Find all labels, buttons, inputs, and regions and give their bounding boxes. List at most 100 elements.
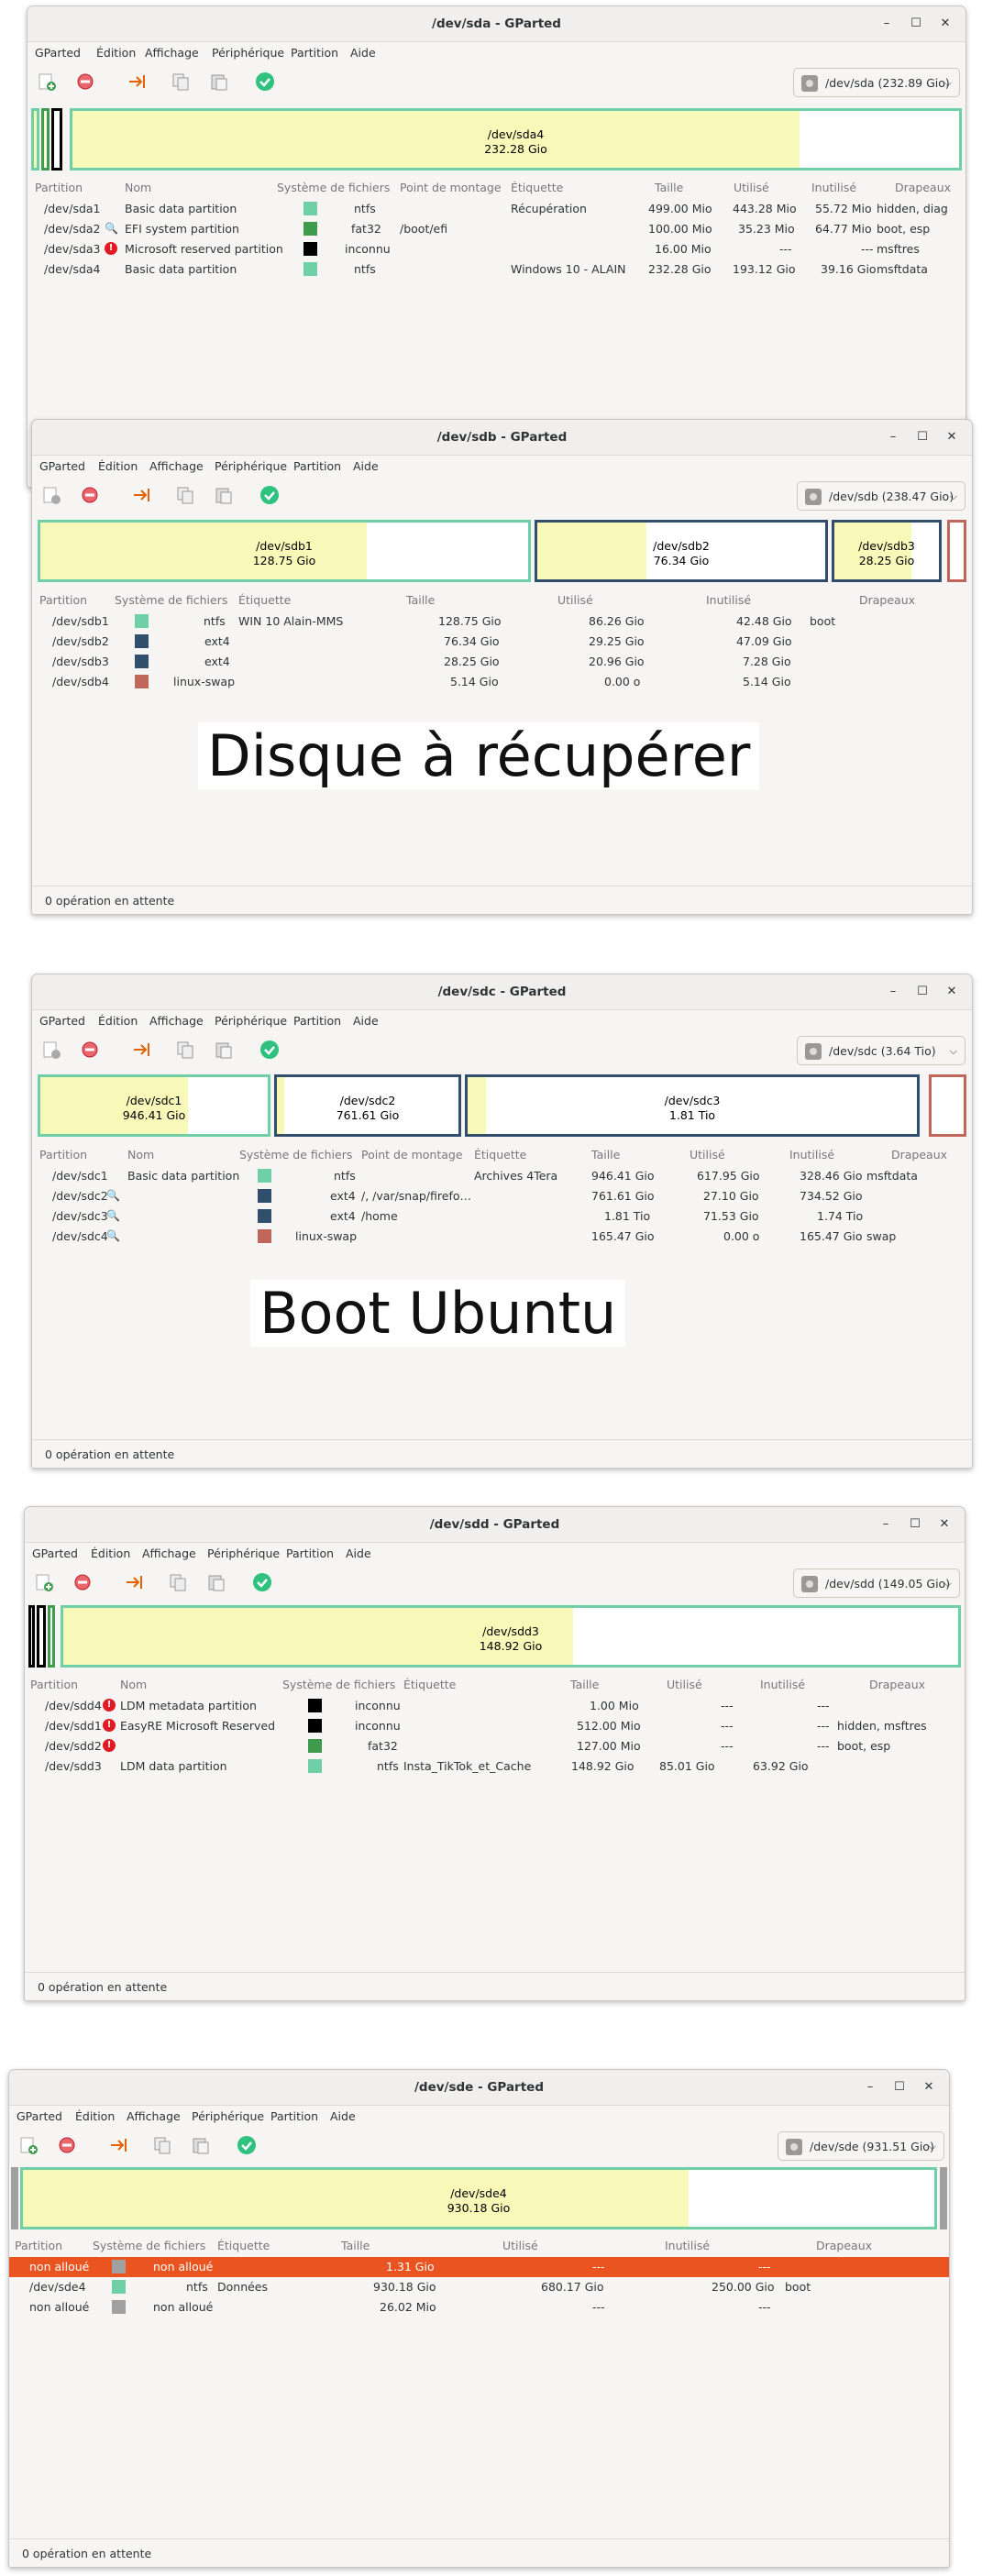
table-row[interactable]: /dev/sde4 ntfs Données 930.18 Gio 680.17… — [9, 2277, 949, 2297]
partition-block-sdb3[interactable]: /dev/sdb3 28.25 Gio — [832, 520, 942, 582]
device-selector[interactable]: /dev/sdd (149.05 Gio) ⌵ — [793, 1569, 960, 1598]
table-row[interactable]: /dev/sdb3 ext4 28.25 Gio 20.96 Gio 7.28 … — [32, 652, 972, 672]
apply-icon[interactable] — [259, 485, 280, 505]
table-row[interactable]: /dev/sdd1 ! EasyRE Microsoft Reserved in… — [25, 1716, 965, 1736]
menu-affichage[interactable]: Affichage — [149, 459, 204, 473]
partition-block-sda2[interactable] — [41, 108, 50, 171]
menu-gparted[interactable]: GParted — [32, 1547, 78, 1560]
new-partition-icon[interactable] — [41, 1040, 61, 1060]
menu-affichage[interactable]: Affichage — [149, 1014, 204, 1028]
col-mount[interactable]: Point de montage — [400, 181, 502, 194]
resize-move-icon[interactable] — [127, 72, 147, 92]
menu-aide[interactable]: Aide — [353, 1014, 379, 1028]
menu-edition[interactable]: Édition — [96, 46, 136, 60]
minimize-button[interactable]: – — [877, 15, 896, 33]
device-selector[interactable]: /dev/sdb (238.47 Gio) ⌵ — [797, 481, 965, 511]
table-row[interactable]: /dev/sdd4 ! LDM metadata partition incon… — [25, 1696, 965, 1716]
title-bar[interactable]: /dev/sdb - GParted – ☐ ✕ — [32, 420, 972, 456]
table-row[interactable]: /dev/sdc1 Basic data partition ntfs Arch… — [32, 1166, 972, 1186]
minimize-button[interactable]: – — [884, 983, 902, 1001]
apply-icon[interactable] — [255, 72, 275, 92]
table-row[interactable]: /dev/sdd3 LDM data partition ntfs Insta_… — [25, 1756, 965, 1777]
new-partition-icon[interactable] — [37, 72, 57, 92]
partition-block-sdc3[interactable]: /dev/sdc3 1.81 Tio — [465, 1074, 920, 1137]
close-button[interactable]: ✕ — [936, 15, 954, 33]
minimize-button[interactable]: – — [861, 2078, 879, 2097]
col-partition[interactable]: Partition — [35, 181, 83, 194]
maximize-button[interactable]: ☐ — [890, 2078, 909, 2097]
copy-icon[interactable] — [171, 72, 191, 92]
menu-partition[interactable]: Partition — [286, 1547, 334, 1560]
menu-gparted[interactable]: GParted — [17, 2109, 62, 2123]
partition-block-sdb4[interactable] — [947, 520, 966, 582]
table-row[interactable]: /dev/sdb4 linux-swap 5.14 Gio 0.00 o 5.1… — [32, 672, 972, 692]
menu-aide[interactable]: Aide — [353, 459, 379, 473]
partition-block-sde4[interactable]: /dev/sde4 930.18 Gio — [20, 2167, 937, 2229]
menu-partition[interactable]: Partition — [291, 46, 338, 60]
title-bar[interactable]: /dev/sda - GParted – ☐ ✕ — [28, 6, 965, 42]
table-row[interactable]: non alloué non alloué 26.02 Mio --- --- — [9, 2297, 949, 2317]
copy-icon[interactable] — [175, 1040, 195, 1060]
col-fs[interactable]: Système de fichiers — [277, 181, 390, 194]
maximize-button[interactable]: ☐ — [913, 983, 932, 1001]
delete-icon[interactable] — [72, 1572, 93, 1592]
menu-edition[interactable]: Édition — [91, 1547, 130, 1560]
apply-icon[interactable] — [237, 2135, 257, 2155]
partition-block-sdd4[interactable] — [28, 1605, 35, 1668]
copy-icon[interactable] — [152, 2135, 172, 2155]
paste-icon[interactable] — [191, 2135, 211, 2155]
menu-affichage[interactable]: Affichage — [127, 2109, 181, 2123]
device-selector[interactable]: /dev/sdc (3.64 Tio) ⌵ — [797, 1036, 965, 1065]
col-label[interactable]: Étiquette — [511, 181, 563, 194]
table-row[interactable]: /dev/sdc2 🔍 ext4 /, /var/snap/firefo… 76… — [32, 1186, 972, 1206]
partition-block-sdc4[interactable] — [929, 1074, 966, 1137]
menu-peripherique[interactable]: Périphérique — [215, 459, 287, 473]
paste-icon[interactable] — [214, 1040, 234, 1060]
delete-icon[interactable] — [80, 1040, 100, 1060]
title-bar[interactable]: /dev/sdc - GParted – ☐ ✕ — [32, 974, 972, 1010]
menu-gparted[interactable]: GParted — [39, 1014, 85, 1028]
menu-peripherique[interactable]: Périphérique — [207, 1547, 280, 1560]
maximize-button[interactable]: ☐ — [907, 15, 925, 33]
resize-move-icon[interactable] — [108, 2135, 128, 2155]
table-row[interactable]: /dev/sda2 🔍 EFI system partition fat32 /… — [28, 219, 965, 239]
menu-edition[interactable]: Édition — [75, 2109, 115, 2123]
partition-block-sdb1[interactable]: /dev/sdb1 128.75 Gio — [38, 520, 531, 582]
new-partition-icon[interactable] — [34, 1572, 54, 1592]
resize-move-icon[interactable] — [124, 1572, 144, 1592]
partition-block-sdd1[interactable] — [37, 1605, 46, 1668]
copy-icon[interactable] — [168, 1572, 188, 1592]
partition-block-sda3[interactable] — [51, 108, 62, 171]
unallocated-block[interactable] — [940, 2167, 947, 2229]
menu-peripherique[interactable]: Périphérique — [192, 2109, 264, 2123]
menu-peripherique[interactable]: Périphérique — [215, 1014, 287, 1028]
device-selector[interactable]: /dev/sde (931.51 Gio) ⌵ — [778, 2131, 944, 2161]
table-row[interactable]: /dev/sda1 Basic data partition ntfs Récu… — [28, 199, 965, 219]
paste-icon[interactable] — [214, 485, 234, 505]
menu-aide[interactable]: Aide — [330, 2109, 356, 2123]
partition-block-sdb2[interactable]: /dev/sdb2 76.34 Gio — [535, 520, 828, 582]
new-partition-icon[interactable] — [18, 2135, 39, 2155]
table-row[interactable]: /dev/sdd2 ! fat32 127.00 Mio --- --- boo… — [25, 1736, 965, 1756]
col-used[interactable]: Utilisé — [734, 181, 769, 194]
menu-affichage[interactable]: Affichage — [142, 1547, 196, 1560]
menu-gparted[interactable]: GParted — [39, 459, 85, 473]
resize-move-icon[interactable] — [131, 1040, 151, 1060]
menu-gparted[interactable]: GParted — [35, 46, 81, 60]
resize-move-icon[interactable] — [131, 485, 151, 505]
partition-block-sdd3[interactable]: /dev/sdd3 148.92 Gio — [61, 1605, 961, 1668]
menu-partition[interactable]: Partition — [293, 1014, 341, 1028]
menu-edition[interactable]: Édition — [98, 1014, 138, 1028]
maximize-button[interactable]: ☐ — [913, 428, 932, 446]
close-button[interactable]: ✕ — [943, 983, 961, 1001]
menu-aide[interactable]: Aide — [346, 1547, 371, 1560]
partition-block-sdc1[interactable]: /dev/sdc1 946.41 Gio — [38, 1074, 270, 1137]
menu-partition[interactable]: Partition — [293, 459, 341, 473]
table-row[interactable]: /dev/sdc3 🔍 ext4 /home 1.81 Tio 71.53 Gi… — [32, 1206, 972, 1227]
close-button[interactable]: ✕ — [943, 428, 961, 446]
partition-block-sda4[interactable]: /dev/sda4 232.28 Gio — [70, 108, 962, 171]
partition-block-sdd2[interactable] — [48, 1605, 55, 1668]
delete-icon[interactable] — [80, 485, 100, 505]
menu-affichage[interactable]: Affichage — [145, 46, 199, 60]
minimize-button[interactable]: – — [884, 428, 902, 446]
